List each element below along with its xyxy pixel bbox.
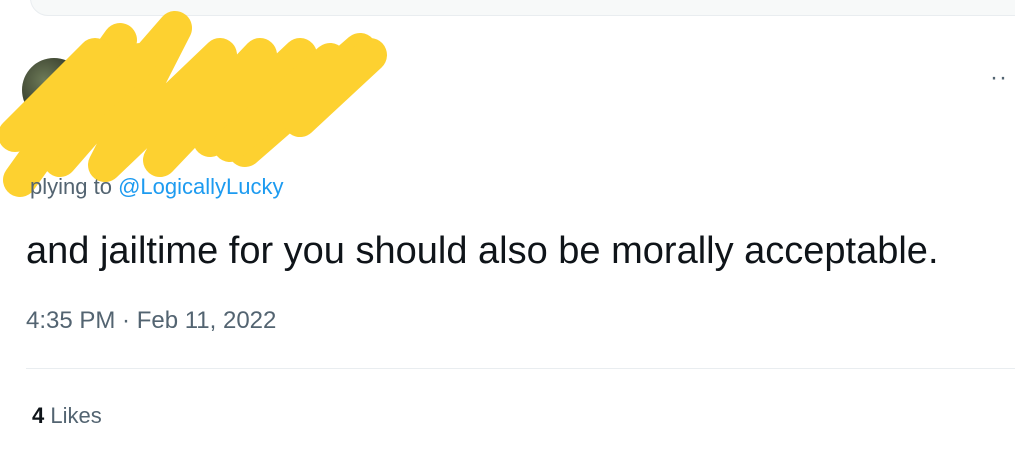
- replying-to-label: plying to: [30, 174, 112, 199]
- replying-to-handle-link[interactable]: @LogicallyLucky: [118, 174, 283, 199]
- divider: [26, 368, 1015, 369]
- replying-to-line: plying to @LogicallyLucky: [30, 174, 284, 200]
- likes-count: 4: [32, 403, 45, 428]
- tweet-timestamp[interactable]: 4:35 PM · Feb 11, 2022: [26, 307, 276, 335]
- more-horizontal-icon[interactable]: ··: [990, 66, 1015, 90]
- likes-label: Likes: [50, 403, 102, 428]
- tweet-detail-view: 'n @ nn GI ·· plying to @LogicallyLucky …: [0, 0, 1015, 450]
- likes-count-link[interactable]: 4 Likes: [32, 403, 102, 429]
- tweet-text: and jailtime for you should also be mora…: [26, 230, 939, 272]
